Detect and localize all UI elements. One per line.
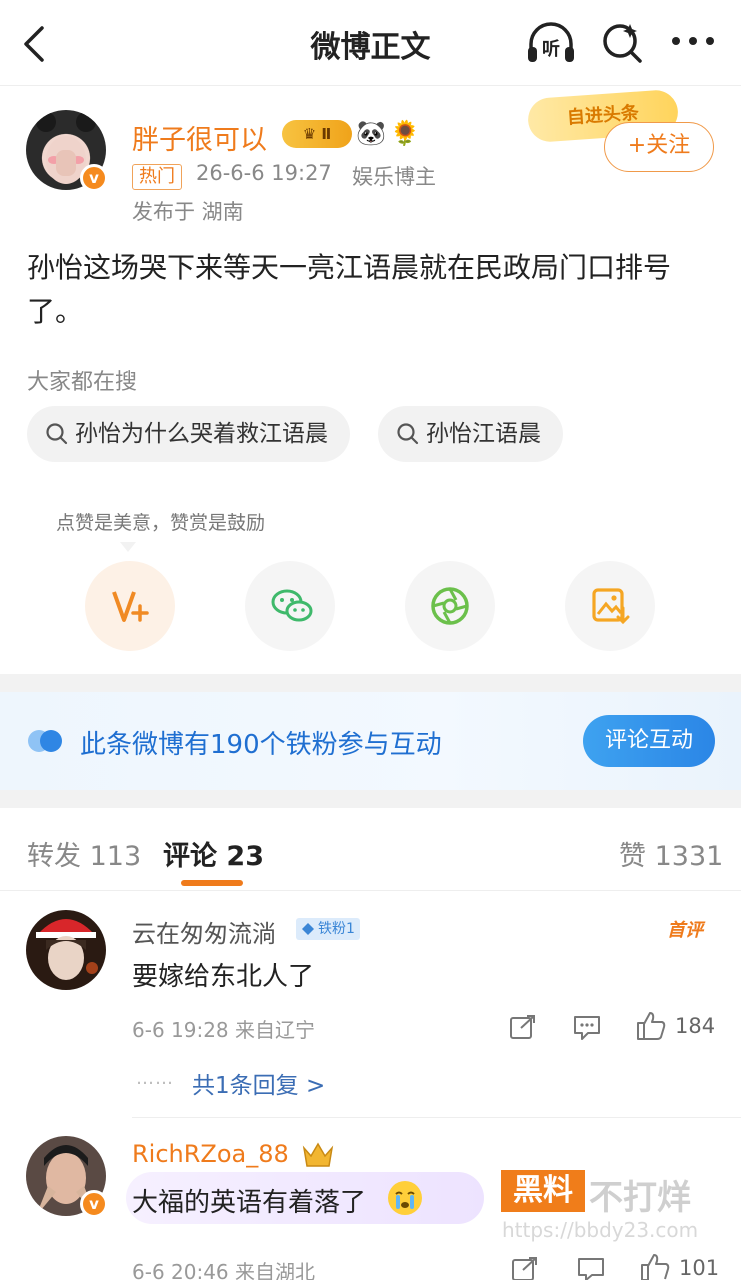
like-icon[interactable] — [635, 1010, 667, 1042]
comment-interact-button[interactable]: 评论互动 — [583, 715, 715, 767]
fan-badge: 铁粉1 — [296, 918, 360, 940]
listen-label: 听 — [542, 38, 560, 60]
watermark-logo: 黑料 — [501, 1170, 585, 1212]
tab-likes[interactable]: 赞 1331 — [619, 834, 723, 873]
tab-comments-count: 23 — [226, 841, 264, 872]
diamond-icon — [302, 923, 314, 935]
comment-icon[interactable] — [572, 1014, 602, 1042]
wechat-icon — [271, 589, 313, 622]
post-location: 发布于 湖南 — [132, 200, 244, 224]
nav-bar: 微博正文 听 — [0, 0, 741, 86]
wechat-share-button[interactable] — [245, 561, 335, 651]
tab-comments-label: 评论 — [163, 841, 217, 872]
author-avatar[interactable]: v — [26, 110, 108, 192]
tab-comments[interactable]: 评论 23 — [163, 834, 264, 873]
post-time: 26-6-6 19:27 — [196, 161, 332, 185]
follow-button[interactable]: +关注 — [604, 122, 714, 172]
comment-text: 大福的英语有着落了 — [132, 1188, 367, 1218]
tab-likes-label: 赞 — [619, 841, 646, 872]
active-tab-indicator — [181, 880, 243, 886]
crying-emoji-icon — [388, 1181, 422, 1215]
comment-meta: 6-6 19:28 来自辽宁 — [132, 1018, 316, 1042]
author-category: 娱乐博主 — [352, 165, 436, 189]
repost-icon[interactable] — [509, 1014, 537, 1040]
reply-dots: …… — [136, 1068, 174, 1089]
view-replies-link[interactable]: 共1条回复 > — [192, 1066, 325, 1100]
search-icon[interactable] — [600, 20, 644, 66]
vip-level: Ⅱ — [321, 125, 332, 143]
crown-icon — [302, 1142, 334, 1167]
comment-author[interactable]: 云在匆匆流淌 — [132, 914, 276, 949]
tip-arrow — [120, 542, 136, 552]
comment-like-count: 101 — [679, 1256, 720, 1280]
listen-icon[interactable]: 听 — [524, 20, 578, 66]
vip-badge: ♛ Ⅱ — [282, 120, 352, 148]
section-divider — [0, 674, 741, 692]
search-icon — [46, 423, 68, 445]
save-image-icon — [592, 588, 630, 625]
comment-icon[interactable] — [576, 1256, 606, 1280]
hot-tag: 热门 — [132, 164, 182, 190]
author-name[interactable]: 胖子很可以 — [132, 118, 267, 157]
section-divider — [0, 790, 741, 808]
fans-icon — [28, 730, 62, 752]
v-plus-button[interactable] — [85, 561, 175, 651]
first-comment-badge: 首评 — [667, 920, 703, 941]
comment-avatar[interactable] — [26, 910, 106, 990]
search-chip[interactable]: 孙怡江语晨 — [378, 406, 563, 462]
sunflower-icon: 🌻 — [390, 119, 420, 147]
tabs-divider — [0, 890, 741, 891]
more-icon[interactable] — [670, 34, 716, 48]
verified-badge: v — [80, 164, 108, 192]
fan-badge-label: 铁粉1 — [318, 921, 355, 937]
tab-repost-count: 113 — [89, 841, 142, 872]
trending-search-title: 大家都在搜 — [27, 370, 138, 395]
search-chip-label: 孙怡为什么哭着救江语晨 — [75, 421, 328, 447]
reward-tip: 点赞是美意，赞赏是鼓励 — [56, 512, 266, 534]
comment-like-count: 184 — [675, 1014, 716, 1038]
repost-icon[interactable] — [511, 1256, 539, 1280]
tab-repost-label: 转发 — [27, 841, 81, 872]
save-image-button[interactable] — [565, 561, 655, 651]
fans-banner-text: 此条微博有190个铁粉参与互动 — [80, 730, 442, 760]
watermark-url: https://bbdy23.com — [502, 1218, 699, 1242]
moments-icon — [431, 587, 469, 625]
moments-share-button[interactable] — [405, 561, 495, 651]
search-chip[interactable]: 孙怡为什么哭着救江语晨 — [27, 406, 350, 462]
post-text: 孙怡这场哭下来等天一亮江语晨就在民政局门口排号了。 — [27, 251, 672, 328]
panda-icon: 🐼 — [356, 119, 386, 147]
comment-meta: 6-6 20:46 来自湖北 — [132, 1260, 316, 1280]
tab-repost[interactable]: 转发 113 — [27, 834, 141, 873]
watermark-text: 不打烊 — [589, 1178, 691, 1218]
tab-likes-count: 1331 — [654, 841, 724, 872]
v-plus-icon — [112, 591, 149, 622]
comment-separator — [132, 1117, 741, 1118]
like-icon[interactable] — [639, 1252, 671, 1280]
comment-text: 要嫁给东北人了 — [132, 962, 315, 992]
search-chip-label: 孙怡江语晨 — [426, 421, 541, 447]
verified-badge: v — [80, 1190, 108, 1218]
comment-author[interactable]: RichRZoa_88 — [132, 1140, 289, 1168]
search-icon — [397, 423, 419, 445]
